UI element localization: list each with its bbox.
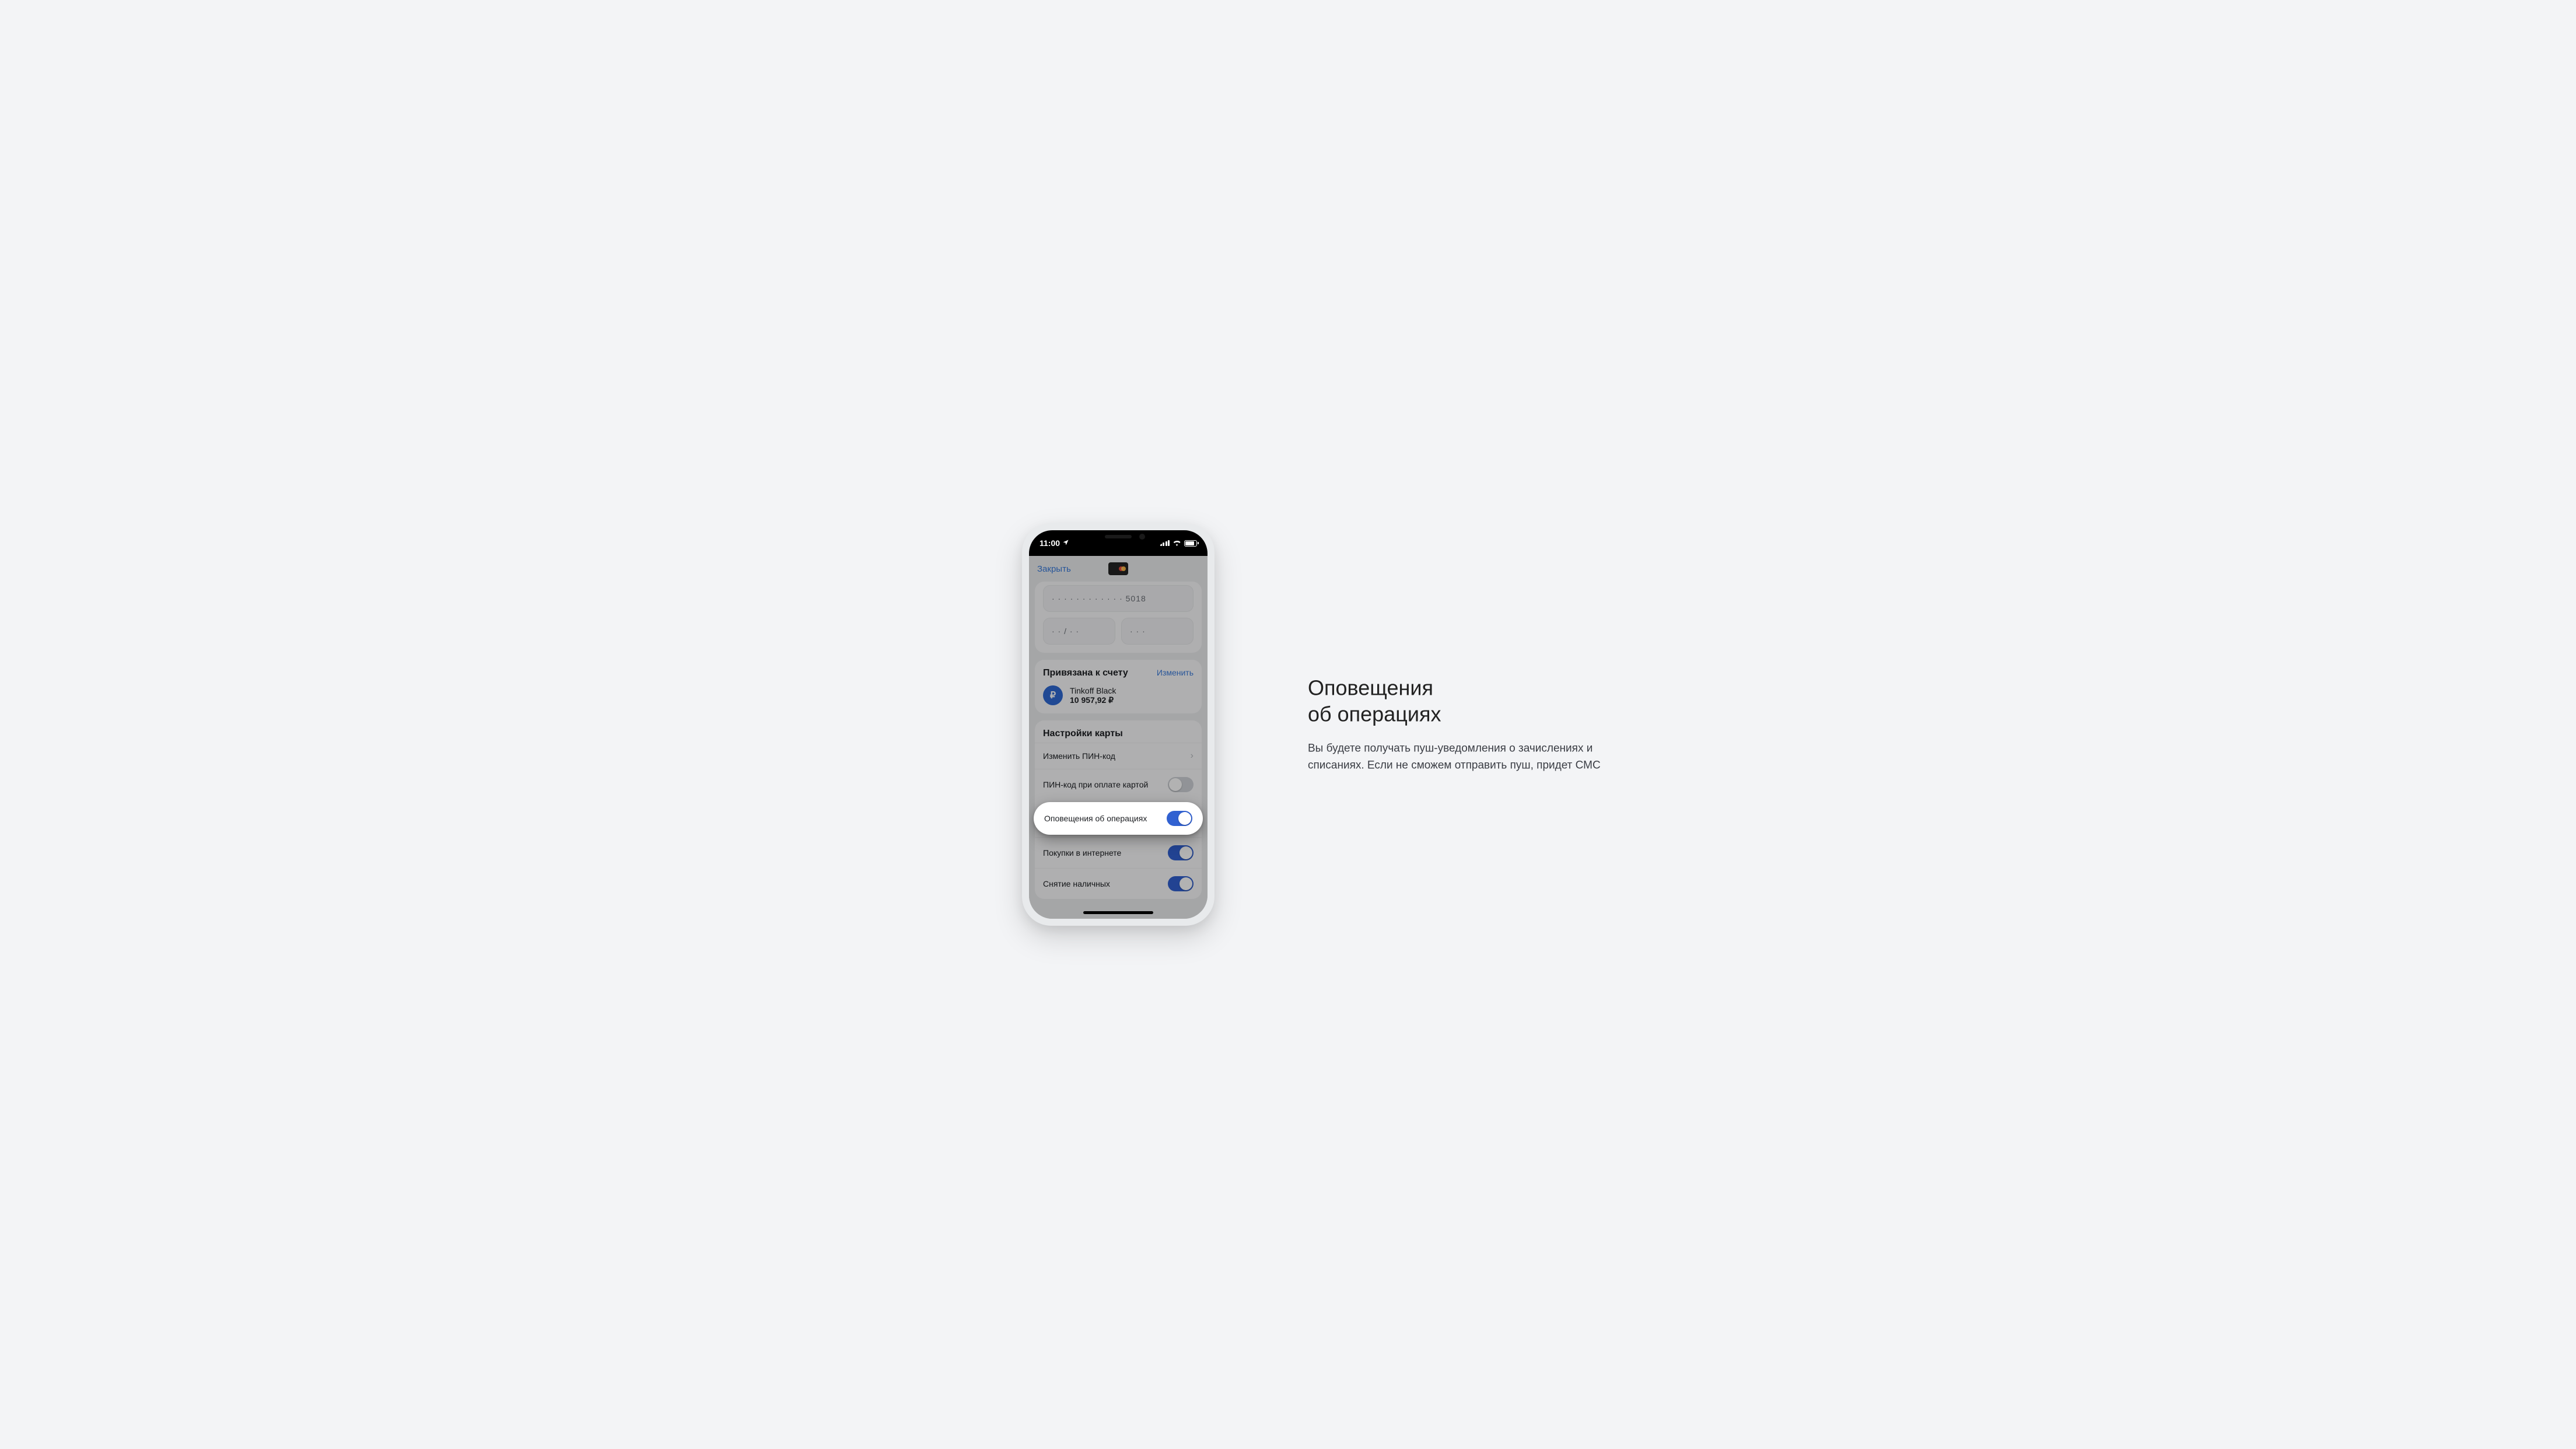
- card-expiry-field[interactable]: · · / · ·: [1043, 618, 1115, 645]
- home-indicator[interactable]: [1083, 911, 1153, 914]
- modal-navbar: Закрыть: [1029, 556, 1208, 582]
- annotation-body: Вы будете получать пуш-уведомления о зач…: [1308, 740, 1623, 775]
- online-purchases-row: Покупки в интернете: [1035, 837, 1202, 868]
- annotation-title-line2: об операциях: [1308, 702, 1441, 726]
- card-settings-block: Настройки карты Изменить ПИН-код › ПИН-к…: [1035, 720, 1202, 899]
- change-account-button[interactable]: Изменить: [1157, 668, 1194, 677]
- online-purchases-label: Покупки в интернете: [1043, 848, 1121, 858]
- annotation-panel: Оповещения об операциях Вы будете получа…: [1308, 675, 1623, 775]
- promo-stage: 11:00: [859, 483, 1717, 966]
- app-content: Закрыть · · · · · · · · · · · · 5018 · ·…: [1029, 556, 1208, 919]
- status-time: 11:00: [1040, 538, 1060, 548]
- pin-on-pay-label: ПИН-код при оплате картой: [1043, 780, 1148, 789]
- phone-mockup: 11:00: [1022, 523, 1214, 926]
- cash-withdraw-label: Снятие наличных: [1043, 879, 1110, 888]
- cash-withdraw-row: Снятие наличных: [1035, 868, 1202, 899]
- account-name: Tinkoff Black: [1070, 686, 1116, 695]
- linked-title: Привязана к счету: [1043, 668, 1128, 678]
- card-number-field[interactable]: · · · · · · · · · · · · 5018: [1043, 585, 1194, 612]
- change-pin-row[interactable]: Изменить ПИН-код ›: [1035, 743, 1202, 769]
- card-thumbnail-icon: [1108, 562, 1128, 575]
- pin-on-pay-toggle[interactable]: [1168, 777, 1194, 792]
- notifications-toggle[interactable]: [1167, 811, 1192, 826]
- phone-screen: 11:00: [1029, 530, 1208, 919]
- notifications-row: Оповещения об операциях: [1034, 802, 1203, 835]
- location-icon: [1062, 538, 1069, 548]
- wifi-icon: [1172, 538, 1181, 548]
- online-purchases-toggle[interactable]: [1168, 845, 1194, 860]
- close-button[interactable]: Закрыть: [1037, 564, 1071, 574]
- linked-account-block: Привязана к счету Изменить ₽ Tinkoff Bla…: [1035, 660, 1202, 713]
- scroll-area[interactable]: · · · · · · · · · · · · 5018 · · / · · ·…: [1029, 582, 1208, 911]
- annotation-title: Оповещения об операциях: [1308, 675, 1623, 727]
- card-cvc-field[interactable]: · · ·: [1121, 618, 1194, 645]
- cash-withdraw-toggle[interactable]: [1168, 876, 1194, 891]
- pin-on-pay-row: ПИН-код при оплате картой: [1035, 769, 1202, 800]
- change-pin-label: Изменить ПИН-код: [1043, 751, 1115, 761]
- account-row[interactable]: ₽ Tinkoff Black 10 957,92 ₽: [1043, 685, 1194, 705]
- battery-icon: [1184, 540, 1197, 547]
- card-details-block: · · · · · · · · · · · · 5018 · · / · · ·…: [1035, 582, 1202, 653]
- phone-notch: [1072, 530, 1165, 547]
- settings-title: Настройки карты: [1035, 729, 1202, 743]
- phone-frame: 11:00: [1022, 523, 1214, 926]
- account-balance: 10 957,92 ₽: [1070, 695, 1116, 705]
- chevron-right-icon: ›: [1191, 751, 1194, 761]
- notifications-label: Оповещения об операциях: [1044, 814, 1147, 823]
- ruble-icon: ₽: [1043, 685, 1063, 705]
- annotation-title-line1: Оповещения: [1308, 676, 1433, 700]
